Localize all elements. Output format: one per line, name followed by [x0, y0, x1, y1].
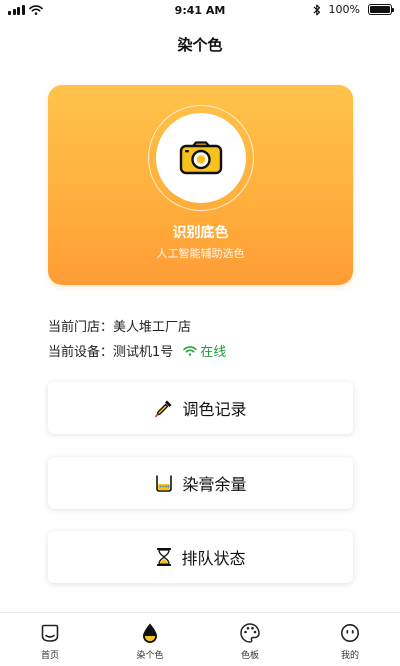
color-mixing-records-label: 调色记录	[182, 400, 247, 419]
tab-profile[interactable]: 我的	[300, 613, 400, 666]
page-title: 染个色	[177, 36, 223, 54]
device-label: 当前设备：	[48, 345, 114, 360]
current-device-line: 当前设备： 测试机1号 在线	[48, 341, 226, 360]
camera-button[interactable]	[156, 113, 246, 203]
tab-home[interactable]: 首页	[0, 613, 100, 666]
wifi-online-icon	[183, 345, 198, 356]
dye-remaining-button[interactable]: 染膏余量	[48, 457, 353, 509]
container-icon	[156, 475, 173, 492]
battery-percent: 100%	[328, 3, 360, 16]
tab-palette-label: 色板	[240, 651, 259, 661]
queue-status-label: 排队状态	[181, 549, 246, 568]
home-icon	[41, 624, 59, 642]
bottom-tab-bar: 首页 染个色 色板 我的	[0, 612, 400, 666]
current-store-line: 当前门店： 美人堆工厂店	[48, 316, 191, 335]
identify-base-color-card[interactable]: 识别底色 人工智能辅助选色	[48, 85, 353, 285]
tab-profile-label: 我的	[340, 651, 359, 661]
profile-icon	[341, 624, 359, 642]
drop-icon	[143, 623, 157, 643]
color-mixing-records-button[interactable]: 调色记录	[48, 382, 353, 434]
camera-icon	[179, 141, 223, 175]
status-right: 100%	[313, 3, 394, 16]
camera-ring	[148, 105, 254, 211]
bluetooth-icon	[313, 4, 320, 15]
hero-subtitle: 人工智能辅助选色	[156, 247, 245, 260]
dye-remaining-label: 染膏余量	[182, 475, 247, 494]
tab-dye[interactable]: 染个色	[100, 613, 200, 666]
battery-icon	[368, 4, 394, 15]
status-bar: 9:41 AM 100%	[0, 0, 400, 22]
store-label: 当前门店：	[48, 320, 114, 335]
tab-palette[interactable]: 色板	[200, 613, 300, 666]
device-status-text: 在线	[200, 345, 227, 360]
queue-status-button[interactable]: 排队状态	[48, 531, 353, 583]
dropper-icon	[155, 400, 172, 418]
tab-dye-label: 染个色	[136, 651, 164, 661]
store-value: 美人堆工厂店	[113, 320, 192, 335]
palette-icon	[240, 623, 260, 643]
tab-home-label: 首页	[40, 651, 59, 661]
device-status: 在线	[183, 341, 226, 360]
device-value: 测试机1号	[113, 345, 174, 360]
hourglass-icon	[157, 548, 172, 566]
hero-title: 识别底色	[172, 225, 229, 241]
